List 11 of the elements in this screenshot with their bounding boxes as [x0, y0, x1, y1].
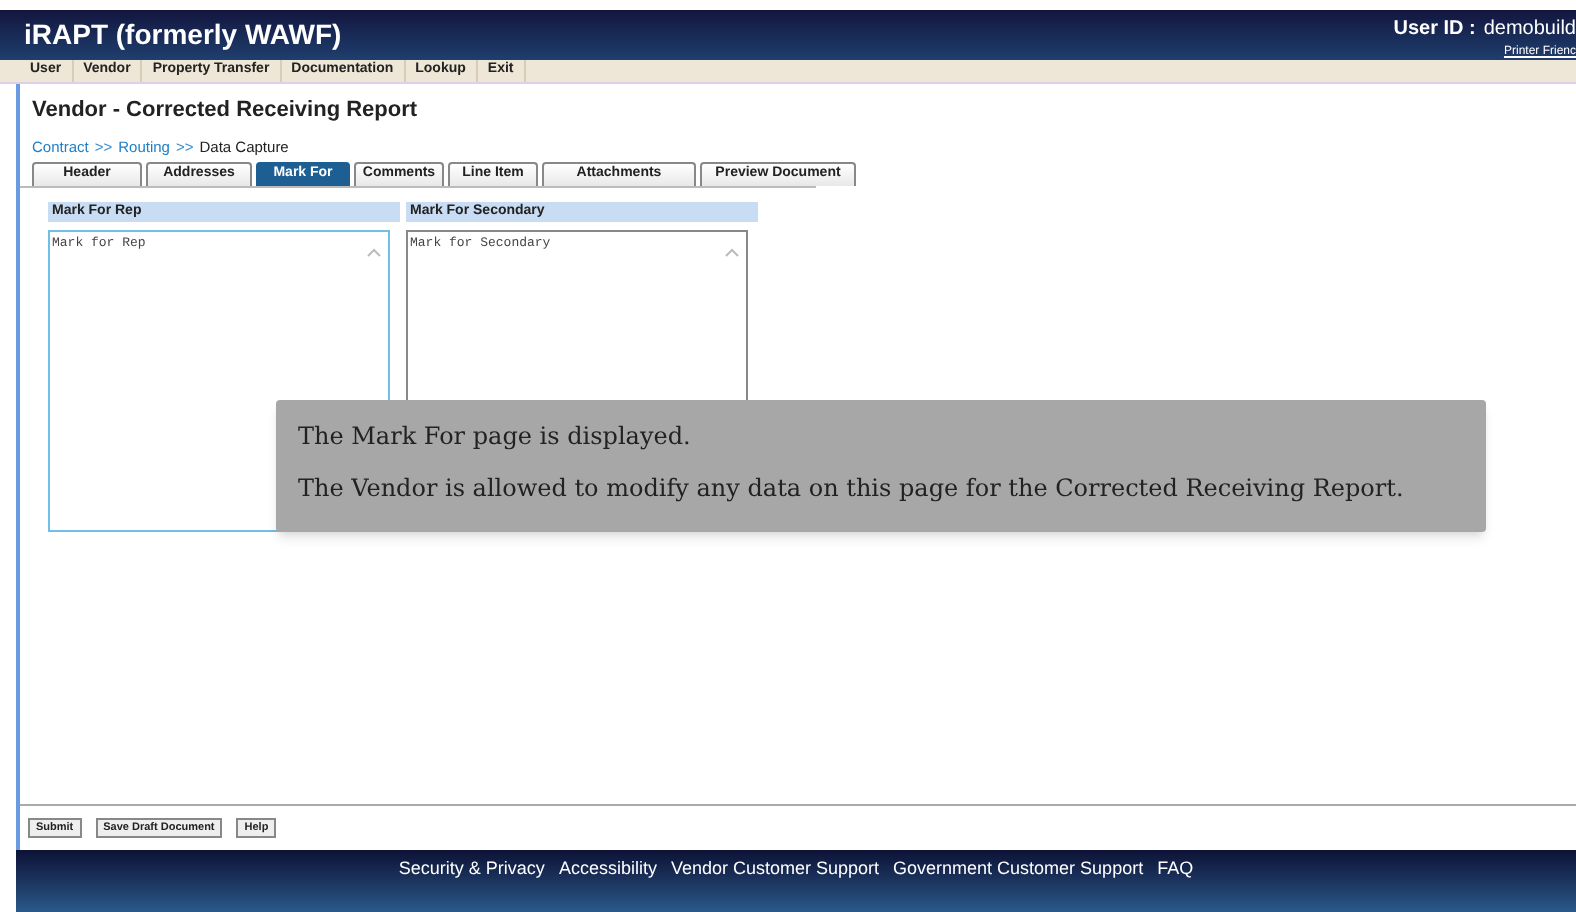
footer-link[interactable]: Accessibility: [558, 856, 657, 912]
app-title: iRAPT (formerly WAWF): [24, 16, 342, 54]
footer-link[interactable]: Government Customer Support: [893, 856, 1144, 912]
chevron-up-icon: [366, 245, 382, 258]
footer-link[interactable]: FAQ: [1157, 856, 1194, 912]
chevron-up-icon: [724, 245, 740, 258]
page-title: Vendor - Corrected Receiving Report: [32, 96, 420, 126]
user-id: demobuild: [1483, 16, 1576, 44]
footer-link[interactable]: Vendor Customer Support: [670, 856, 880, 912]
footer-link[interactable]: Security & Privacy: [398, 856, 545, 912]
user-id-label: User ID :: [1393, 16, 1476, 44]
